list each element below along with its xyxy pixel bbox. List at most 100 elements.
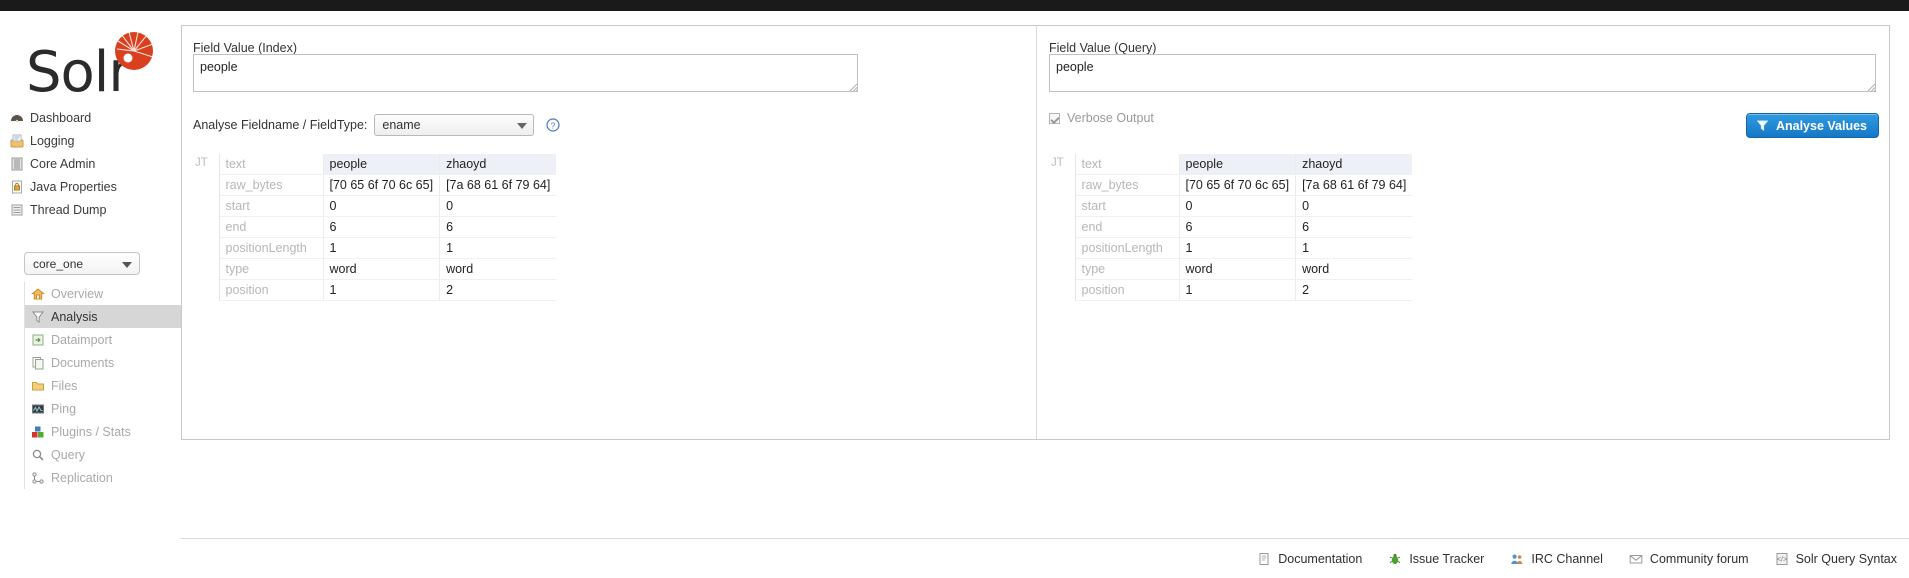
query-side: Field Value (Query) Verbose Output Analy… (1038, 26, 1890, 439)
core-admin-icon (11, 157, 23, 170)
sidebar-item-label: Dataimport (51, 332, 113, 347)
sidebar-item-replication[interactable]: Replication (25, 466, 181, 489)
table-row: start 0 0 (189, 195, 557, 217)
field-value-query-input[interactable] (1049, 54, 1876, 92)
token-value: word (322, 258, 440, 280)
token-value: 0 (1178, 195, 1296, 217)
table-row: end 6 6 (189, 216, 557, 238)
sidebar-item-java-properties[interactable]: Java Properties (0, 175, 181, 198)
footer-link-label: Issue Tracker (1409, 551, 1485, 566)
sidebar-item-plugins-stats[interactable]: Plugins / Stats (25, 420, 181, 443)
query-icon (32, 449, 44, 461)
solr-admin-page: Solr Dashboard Logging Core Admin Java P… (0, 0, 1909, 578)
sidebar-item-overview[interactable]: Overview (25, 282, 181, 305)
table-row: raw_bytes [70 65 6f 70 6c 65] [7a 68 61 6f… (1045, 174, 1413, 196)
top-bar (0, 0, 1909, 11)
query-syntax-icon: </> (1776, 552, 1788, 565)
analysis-icon (31, 311, 45, 323)
token-value: 6 (322, 216, 440, 238)
token-value: [70 65 6f 70 6c 65] (322, 174, 440, 196)
token-value: 2 (1295, 279, 1413, 301)
sidebar: Solr Dashboard Logging Core Admin Java P… (0, 11, 181, 578)
field-value-index-input[interactable] (193, 54, 858, 92)
footer-link-irc-channel[interactable]: IRC Channel (1510, 552, 1603, 566)
table-row: start 0 0 (1045, 195, 1413, 217)
sidebar-item-label: Thread Dump (30, 202, 107, 217)
dashboard-icon (11, 114, 23, 122)
attribute-key: raw_bytes (219, 174, 323, 196)
field-value-index-label: Field Value (Index) (193, 41, 297, 55)
footer-link-documentation[interactable]: Documentation (1257, 552, 1362, 566)
plugins-icon (32, 426, 44, 437)
token-value: people (1178, 154, 1296, 175)
sidebar-item-label: Java Properties (30, 179, 117, 194)
funnel-icon (1756, 120, 1769, 131)
sidebar-item-documents[interactable]: Documents (25, 351, 181, 374)
table-row: JT text people zhaoyd (1045, 154, 1413, 301)
sidebar-item-label: Replication (51, 470, 113, 485)
help-icon[interactable]: ? (546, 118, 560, 132)
index-result-table: JT text people zhaoyd raw_bytes [70 65 6f 70 … (189, 154, 557, 301)
attribute-key: start (1075, 195, 1179, 217)
sidebar-item-core-admin[interactable]: Core Admin (0, 152, 181, 175)
sidebar-item-query[interactable]: Query (25, 443, 181, 466)
attribute-key: position (219, 279, 323, 301)
table-row: raw_bytes [70 65 6f 70 6c 65] [7a 68 61 6f… (189, 174, 557, 196)
sidebar-item-label: Dashboard (30, 110, 92, 125)
token-value: word (1295, 258, 1413, 280)
analyse-values-button[interactable]: Analyse Values (1745, 113, 1879, 138)
token-value: word (1178, 258, 1296, 280)
sidebar-item-label: Core Admin (30, 156, 96, 171)
chevron-down-icon (122, 262, 132, 268)
people-icon (1511, 554, 1523, 564)
attribute-key: position (1075, 279, 1179, 301)
sidebar-item-dataimport[interactable]: Dataimport (25, 328, 181, 351)
core-selector[interactable]: core_one (24, 252, 140, 275)
table-row: end 6 6 (1045, 216, 1413, 238)
sidebar-item-analysis[interactable]: Analysis (25, 305, 181, 328)
dataimport-icon (32, 334, 44, 345)
verbose-output-row[interactable]: Verbose Output (1049, 111, 1154, 125)
sidebar-item-logging[interactable]: Logging (0, 129, 181, 152)
sidebar-item-ping[interactable]: Ping (25, 397, 181, 420)
sidebar-item-label: Plugins / Stats (51, 424, 131, 439)
fieldname-control-row: Analyse Fieldname / FieldType: ename ? (193, 112, 560, 138)
analysis-panel: Field Value (Index) Analyse Fieldname / … (181, 25, 1890, 440)
documentation-icon (1259, 552, 1269, 565)
token-value: people (322, 154, 440, 175)
sidebar-item-label: Documents (51, 355, 115, 370)
verbose-output-checkbox[interactable] (1049, 112, 1060, 124)
attribute-key: raw_bytes (1075, 174, 1179, 196)
token-value: zhaoyd (439, 154, 557, 175)
token-value: [7a 68 61 6f 79 64] (1295, 174, 1413, 196)
attribute-key: text (1075, 154, 1179, 175)
index-result-body: JT text people zhaoyd raw_bytes [70 65 6f 70 … (189, 154, 557, 301)
svg-text:</>: </> (1777, 556, 1787, 563)
main-navigation: Dashboard Logging Core Admin Java Proper… (0, 106, 181, 221)
solr-sunburst-icon (115, 31, 154, 70)
attribute-key: positionLength (1075, 237, 1179, 259)
sidebar-item-label: Files (51, 378, 78, 393)
fieldtype-select[interactable]: ename (374, 114, 535, 136)
sidebar-item-files[interactable]: Files (25, 374, 181, 397)
sidebar-item-thread-dump[interactable]: Thread Dump (0, 198, 181, 221)
table-row: type word word (189, 258, 557, 280)
query-result-body: JT text people zhaoyd raw_bytes [70 65 6f 70 … (1045, 154, 1413, 301)
java-properties-icon (12, 180, 22, 193)
token-value: 1 (1178, 279, 1296, 301)
solr-logo[interactable]: Solr (26, 25, 166, 101)
attribute-key: end (219, 216, 323, 238)
token-value: 6 (1295, 216, 1413, 238)
token-value: 2 (439, 279, 557, 301)
footer-link-label: Documentation (1278, 551, 1363, 566)
sidebar-item-dashboard[interactable]: Dashboard (0, 106, 181, 129)
table-row: position 1 2 (189, 279, 557, 301)
attribute-key: text (219, 154, 323, 175)
footer-link-solr-query-syntax[interactable]: </> Solr Query Syntax (1775, 552, 1897, 566)
footer-link-issue-tracker[interactable]: Issue Tracker (1388, 552, 1484, 566)
sidebar-item-label: Logging (30, 133, 75, 148)
table-row: positionLength 1 1 (189, 237, 557, 259)
footer-link-label: Solr Query Syntax (1795, 551, 1897, 566)
query-analysis-result: JT text people zhaoyd raw_bytes [70 65 6f 70 … (1038, 154, 1890, 301)
footer-link-community-forum[interactable]: Community forum (1629, 552, 1749, 566)
